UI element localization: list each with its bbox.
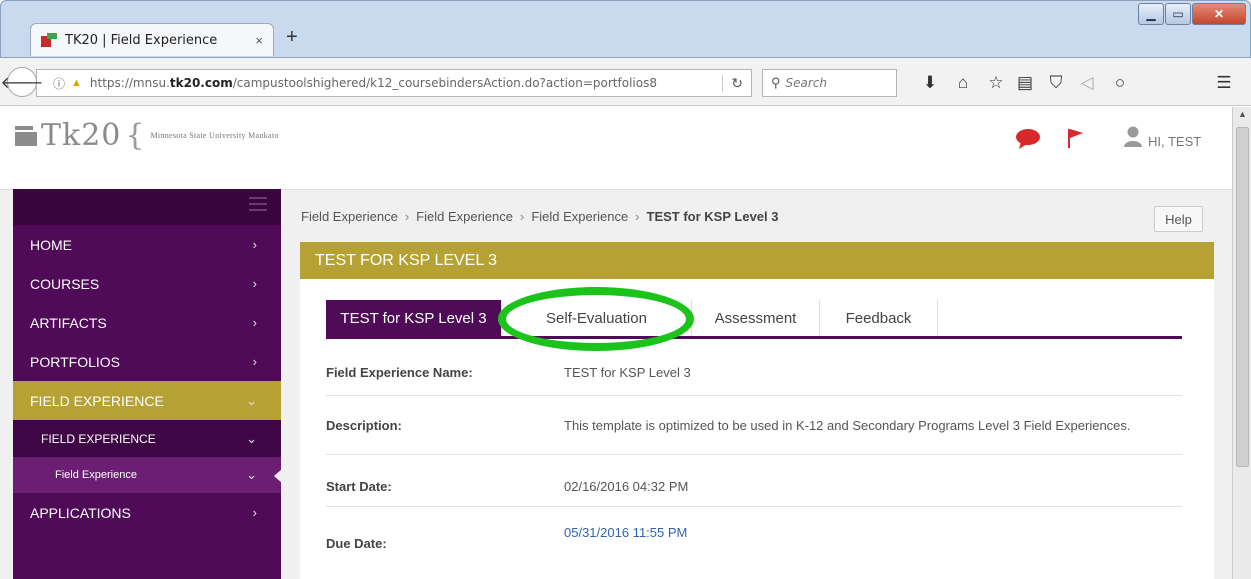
breadcrumb-item[interactable]: Field Experience [301,209,398,224]
panel-title: TEST FOR KSP LEVEL 3 [300,242,1214,279]
logo-brace: { [125,118,145,153]
info-icon[interactable]: ⓘ [53,75,65,92]
chevron-down-icon: ⌄ [246,430,257,446]
tab-feedback[interactable]: Feedback [820,300,938,336]
chevron-down-icon: ⌄ [246,392,257,408]
field-value: This template is optimized to be used in… [564,418,1131,433]
download-icon[interactable]: ⬇ [918,73,942,93]
breadcrumb-separator: › [635,209,640,224]
search-icon: ⚲ [771,75,781,90]
minimize-button[interactable]: ▁ [1138,3,1164,25]
help-button[interactable]: Help [1154,206,1203,232]
chevron-right-icon: › [252,276,257,291]
field-value: TEST for KSP Level 3 [564,365,691,380]
messages-icon[interactable] [1015,128,1041,150]
browser-navbar: ⓘ ▲ https://mnsu.tk20.com/campustoolshig… [0,58,1251,106]
chat-icon[interactable]: ○ [1108,73,1132,93]
tab-assessment[interactable]: Assessment [692,300,820,336]
maximize-button[interactable]: ▭ [1165,3,1191,25]
tab-title: TK20 | Field Experience [65,32,218,48]
chevron-right-icon: › [252,505,257,520]
tk20-logo[interactable]: Tk20 { Minnesota State University Mankat… [15,118,279,153]
sidebar: HOME › COURSES › ARTIFACTS › PORTFOLIOS … [13,189,282,579]
sidebar-top [13,189,281,225]
field-row-name: Field Experience Name: TEST for KSP Leve… [326,348,1182,396]
menu-icon[interactable]: ☰ [1212,73,1236,93]
lock-warning-icon[interactable]: ▲ [71,77,82,89]
sidebar-item-label: COURSES [30,275,100,292]
chevron-right-icon: › [252,354,257,369]
back-button[interactable]: 🡐 [1,67,43,97]
close-window-button[interactable]: ✕ [1192,3,1246,25]
logo-text: Tk20 [41,118,122,153]
hamburger-icon[interactable] [249,197,267,215]
search-placeholder: Search [785,76,828,90]
send-icon[interactable]: ◁ [1075,73,1099,93]
breadcrumb-item[interactable]: Field Experience [416,209,513,224]
user-greeting[interactable]: HI, TEST [1148,134,1201,149]
sidebar-item-artifacts[interactable]: ARTIFACTS › [13,303,281,342]
browser-titlebar: TK20 | Field Experience × + ▁ ▭ ✕ [0,0,1251,58]
field-label: Description: [326,418,402,433]
field-value: 02/16/2016 04:32 PM [564,479,689,494]
sidebar-item-label: PORTFOLIOS [30,353,120,370]
field-label: Start Date: [326,479,392,494]
reading-list-icon[interactable]: ▤ [1013,73,1037,93]
flag-icon[interactable] [1066,127,1084,149]
tab-overview[interactable]: TEST for KSP Level 3 [326,300,502,336]
chevron-right-icon: › [252,237,257,252]
sidebar-subsubitem-field-experience[interactable]: Field Experience ⌄ [13,457,282,493]
home-icon[interactable]: ⌂ [951,73,975,93]
breadcrumb: Field Experience › Field Experience › Fi… [301,209,778,224]
search-input[interactable]: ⚲ Search [762,69,897,97]
page: Tk20 { Minnesota State University Mankat… [0,107,1232,579]
sidebar-item-label: FIELD EXPERIENCE [30,392,164,409]
sidebar-item-label: ARTIFACTS [30,314,107,331]
sidebar-item-portfolios[interactable]: PORTFOLIOS › [13,342,281,381]
chevron-right-icon: › [252,315,257,330]
main-content: Field Experience › Field Experience › Fi… [281,189,1232,579]
sidebar-item-label: HOME [30,236,72,253]
browser-tab[interactable]: TK20 | Field Experience × [30,23,274,56]
sidebar-item-applications[interactable]: APPLICATIONS › [13,493,281,532]
breadcrumb-current: TEST for KSP Level 3 [646,209,779,224]
breadcrumb-separator: › [520,209,525,224]
sidebar-item-home[interactable]: HOME › [13,225,281,264]
bookmark-star-icon[interactable]: ☆ [984,73,1008,93]
page-scrollbar[interactable]: ▲ [1232,107,1251,579]
scroll-up-icon[interactable]: ▲ [1238,109,1247,119]
field-experience-panel: TEST FOR KSP LEVEL 3 TEST for KSP Level … [300,242,1214,579]
scrollbar-thumb[interactable] [1236,127,1249,467]
tab-self-evaluation[interactable]: Self-Evaluation [502,300,692,336]
breadcrumb-separator: › [404,209,410,224]
reload-icon[interactable]: ↻ [722,75,743,92]
address-bar[interactable]: ⓘ ▲ https://mnsu.tk20.com/campustoolshig… [36,69,752,97]
university-name: Minnesota State University Mankato [150,131,279,140]
tab-bar: TEST for KSP Level 3 Self-Evaluation Ass… [326,300,1182,339]
user-icon[interactable] [1123,126,1143,148]
sidebar-item-field-experience[interactable]: FIELD EXPERIENCE ⌄ [13,381,281,420]
field-label: Due Date: [326,536,387,551]
field-row-due-date: Due Date: 05/31/2016 11:55 PM [326,507,1182,567]
field-label: Field Experience Name: [326,365,473,380]
chevron-down-icon: ⌄ [246,467,257,482]
breadcrumb-item[interactable]: Field Experience [531,209,628,224]
sidebar-item-label: APPLICATIONS [30,504,131,521]
url-text[interactable]: https://mnsu.tk20.com/campustoolshighere… [90,76,657,90]
tk20-logo-icon [15,125,39,146]
sidebar-subitem-field-experience[interactable]: FIELD EXPERIENCE ⌄ [13,420,281,457]
field-row-start-date: Start Date: 02/16/2016 04:32 PM [326,455,1182,507]
app-header: Tk20 { Minnesota State University Mankat… [0,107,1232,190]
due-date-link[interactable]: 05/31/2016 11:55 PM [564,525,687,540]
sidebar-item-label: FIELD EXPERIENCE [41,431,156,446]
sidebar-item-label: Field Experience [55,469,137,481]
tab-close-icon[interactable]: × [255,33,263,48]
sidebar-item-courses[interactable]: COURSES › [13,264,281,303]
tk20-favicon-icon [41,33,57,47]
new-tab-button[interactable]: + [286,26,298,49]
field-row-description: Description: This template is optimized … [326,396,1182,455]
pocket-icon[interactable]: ⛉ [1044,73,1068,93]
